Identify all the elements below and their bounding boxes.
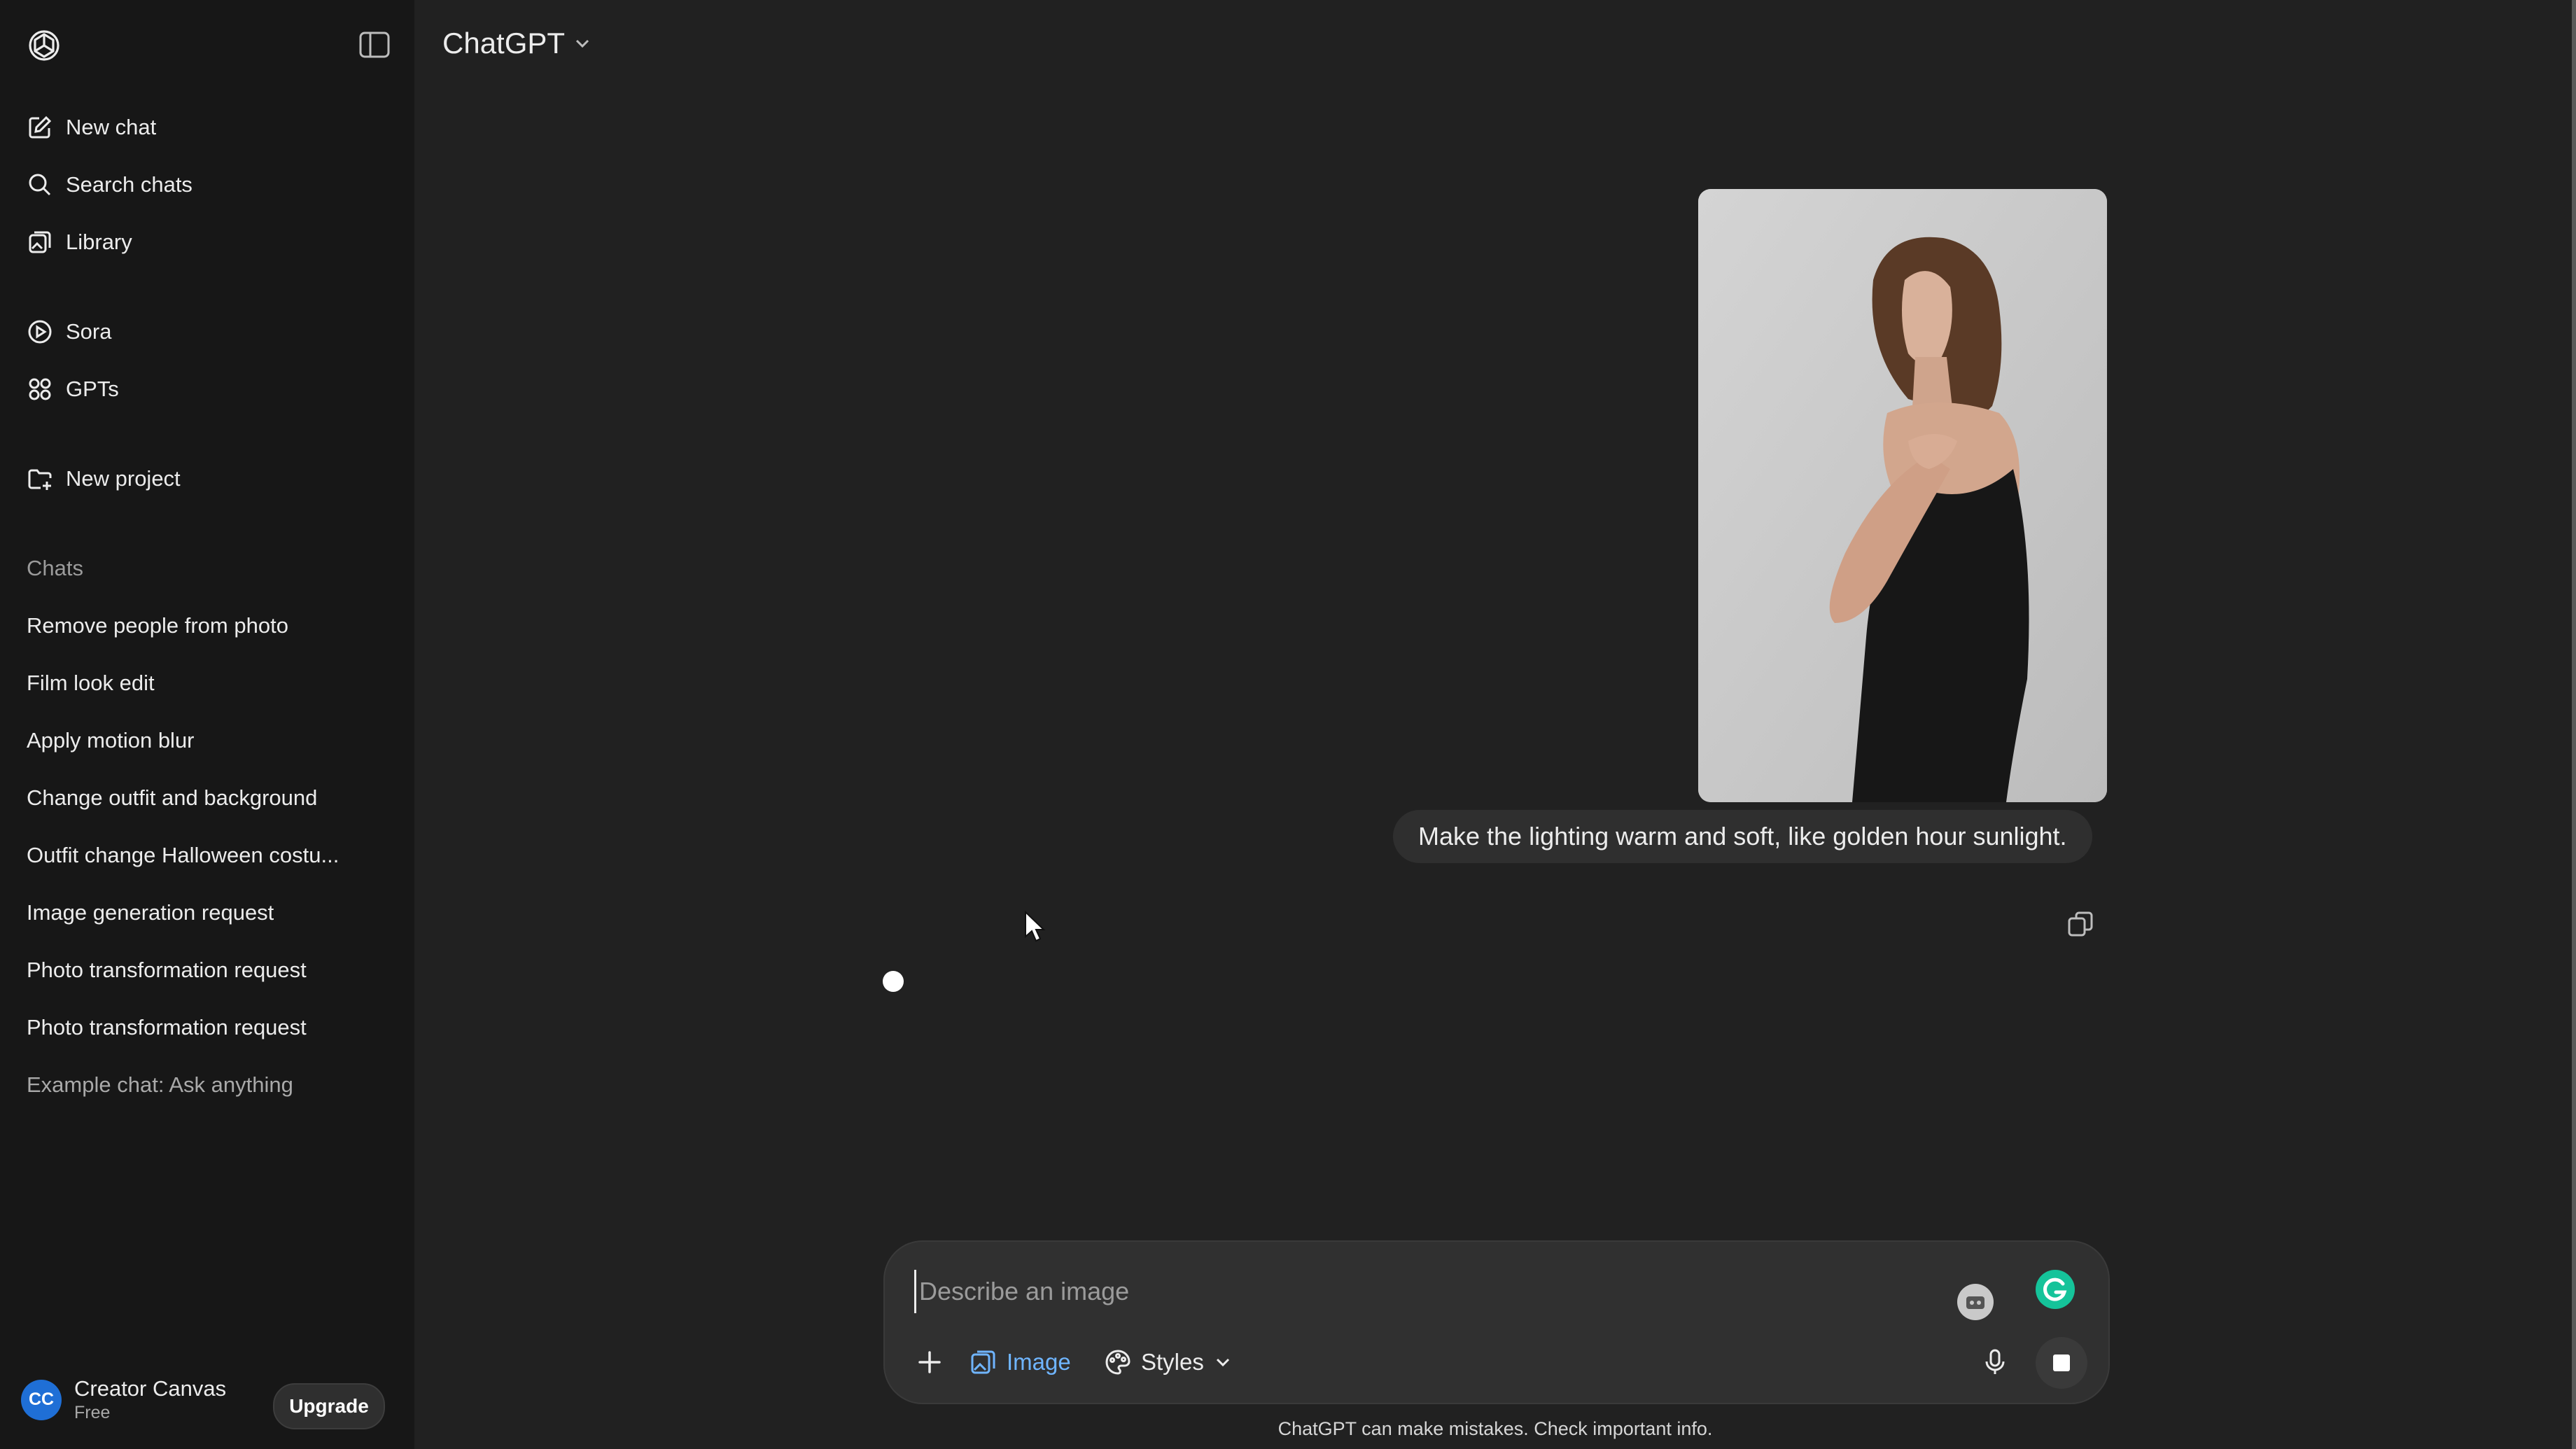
new-chat-button[interactable]: New chat (27, 106, 156, 148)
copy-icon[interactable] (2065, 909, 2096, 939)
microphone-icon[interactable] (1980, 1347, 2010, 1378)
styles-dropdown[interactable]: Styles (1103, 1340, 1233, 1385)
sora-button[interactable]: Sora (27, 311, 111, 353)
stop-icon (2053, 1354, 2070, 1371)
stop-generation-button[interactable] (2036, 1337, 2087, 1389)
chat-item[interactable]: Photo transformation request (27, 1015, 307, 1040)
gpts-button[interactable]: GPTs (27, 368, 119, 410)
new-project-button[interactable]: New project (27, 458, 181, 500)
folder-plus-icon (27, 465, 53, 492)
images-icon (27, 229, 53, 255)
chat-item[interactable]: Outfit change Halloween costu... (27, 843, 339, 868)
chevron-down-icon (572, 33, 593, 54)
styles-label: Styles (1141, 1349, 1204, 1375)
user-message-bubble: Make the lighting warm and soft, like go… (1393, 810, 2092, 863)
toggle-sidebar-icon[interactable] (358, 31, 391, 59)
sora-label: Sora (66, 319, 112, 344)
uploaded-photo[interactable] (1698, 189, 2107, 802)
image-icon (969, 1348, 998, 1377)
avatar: CC (21, 1379, 62, 1420)
upgrade-button[interactable]: Upgrade (273, 1383, 385, 1429)
library-button[interactable]: Library (27, 221, 132, 263)
add-attachment-icon[interactable] (914, 1347, 945, 1378)
mouse-cursor-icon (1023, 910, 1046, 944)
model-name: ChatGPT (442, 27, 566, 59)
search-chats-label: Search chats (66, 172, 192, 197)
search-chats-button[interactable]: Search chats (27, 164, 192, 206)
gpts-label: GPTs (66, 377, 119, 401)
image-tool-label: Image (1007, 1349, 1071, 1375)
library-label: Library (66, 230, 132, 254)
disclaimer-text: ChatGPT can make mistakes. Check importa… (1278, 1418, 1713, 1439)
search-icon (27, 172, 53, 198)
sidebar: New chat Search chats Library Sora GPTs … (0, 0, 414, 1449)
chat-item[interactable]: Example chat: Ask anything (27, 1072, 293, 1098)
composer: Image Styles (883, 1240, 2110, 1404)
chat-item[interactable]: Photo transformation request (27, 958, 307, 983)
chevron-down-icon (1212, 1352, 1233, 1373)
chat-item[interactable]: Film look edit (27, 671, 155, 696)
chat-item[interactable]: Remove people from photo (27, 613, 288, 638)
new-chat-label: New chat (66, 115, 157, 139)
chat-item[interactable]: Change outfit and background (27, 785, 317, 811)
image-tool-button[interactable]: Image (969, 1340, 1071, 1385)
grid-icon (27, 376, 53, 402)
user-name: Creator Canvas (74, 1376, 227, 1401)
new-project-label: New project (66, 466, 181, 491)
chat-item[interactable]: Image generation request (27, 900, 274, 925)
grammarly-icon[interactable] (2034, 1268, 2076, 1310)
user-profile[interactable]: CC Creator Canvas Free (21, 1376, 226, 1423)
pencil-square-icon (27, 114, 53, 141)
play-circle-icon (27, 318, 53, 345)
palette-icon (1103, 1348, 1133, 1377)
window-edge (2572, 0, 2576, 1449)
prompt-input[interactable] (914, 1270, 1830, 1313)
loading-indicator (883, 971, 904, 992)
chat-item[interactable]: Apply motion blur (27, 728, 195, 753)
model-selector[interactable]: ChatGPT (442, 27, 593, 60)
openai-logo-icon[interactable] (27, 28, 62, 63)
user-plan: Free (74, 1403, 111, 1422)
chats-heading: Chats (27, 556, 83, 580)
assistant-bot-icon[interactable] (1956, 1282, 1995, 1322)
